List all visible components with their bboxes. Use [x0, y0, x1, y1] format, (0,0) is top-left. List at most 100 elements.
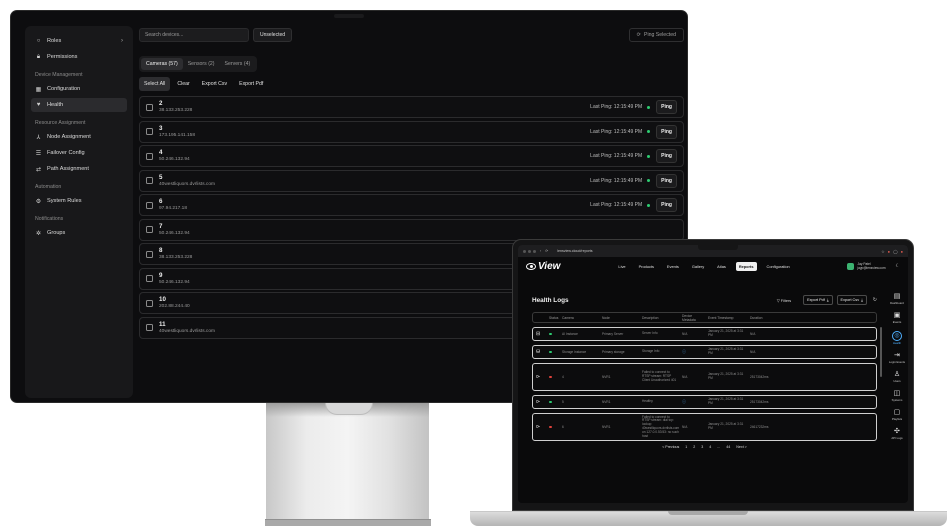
row-checkbox[interactable]: [146, 250, 153, 258]
rail-item-dashboard[interactable]: ▤ Dashboard: [890, 293, 904, 305]
last-ping: Last Ping: 12:15:49 PM: [590, 177, 643, 184]
column-metadata: Device Metadata: [682, 313, 696, 322]
export-pdf-button[interactable]: Export Pdf ⤓: [803, 295, 833, 305]
rail-item-users[interactable]: ♙ Users: [893, 371, 900, 383]
export-pdf-button[interactable]: Export Pdf: [234, 77, 268, 91]
ping-button[interactable]: Ping: [656, 198, 677, 212]
user-menu[interactable]: Jay Patel jayp@lensview.com ☾: [847, 262, 900, 270]
tab-servers[interactable]: Servers (4): [220, 58, 256, 70]
row-checkbox[interactable]: [146, 103, 153, 111]
sidebar-item-groups[interactable]: ✲ Groups: [31, 226, 127, 240]
rail-item-label: Users: [893, 379, 901, 383]
rail-item-health[interactable]: ◎ Health: [892, 331, 902, 345]
row-checkbox[interactable]: [146, 226, 153, 233]
sidebar-item-configuration[interactable]: ▦ Configuration: [31, 82, 127, 96]
rail-item-events[interactable]: ▣ Events: [893, 312, 902, 324]
device-row[interactable]: 4 50.246.132.94 Last Ping: 12:15:49 PM Ping: [139, 145, 684, 167]
profile-icon[interactable]: ◯: [893, 249, 897, 254]
page-2[interactable]: 2: [693, 445, 695, 449]
refresh-icon: ⟳: [636, 32, 641, 38]
menu-item-live[interactable]: Live: [615, 262, 628, 271]
ping-selected-button[interactable]: ⟳ Ping Selected: [628, 28, 684, 42]
sidebar-item-roles[interactable]: ○ Roles ›: [31, 34, 127, 48]
online-dot: [647, 203, 651, 207]
export-csv-button[interactable]: Export Csv: [197, 77, 232, 91]
row-checkbox[interactable]: [146, 201, 153, 209]
ping-button[interactable]: Ping: [656, 124, 677, 139]
next-page[interactable]: Next >: [736, 445, 747, 449]
extension-icon[interactable]: ●: [888, 249, 890, 254]
row-checkbox[interactable]: [146, 275, 153, 282]
row-checkbox[interactable]: [146, 128, 153, 135]
refresh-icon[interactable]: ↻: [873, 297, 877, 303]
sidebar-item-permissions[interactable]: 🔒︎ Permissions: [31, 50, 127, 64]
moon-icon[interactable]: ☾: [896, 264, 900, 269]
page-44[interactable]: 44: [726, 445, 730, 449]
device-address: 50.246.132.94: [159, 279, 190, 285]
device-row[interactable]: 6 97.94.217.18 Last Ping: 12:15:49 PM Ping: [139, 194, 684, 216]
device-row[interactable]: 2 38.133.253.228 Last Ping: 12:15:49 PM Pin…: [139, 96, 684, 118]
menu-item-reports[interactable]: Reports: [735, 261, 757, 271]
ping-button[interactable]: Ping: [656, 100, 677, 114]
filters-button[interactable]: ▽ Filters: [777, 298, 791, 303]
table-row[interactable]: ⊳ 5 NVR1 Healthy ⓘ January 21, 2025 at 3:31 P…: [532, 395, 877, 409]
sidebar-item-failover-config[interactable]: ☰ Failover Config: [31, 146, 127, 160]
rail-item-login-events[interactable]: ⇥ Login Events: [889, 352, 905, 364]
row-checkbox[interactable]: [146, 324, 153, 331]
sidebar-item-system-rules[interactable]: ⚙ System Rules: [31, 194, 127, 208]
clear-button[interactable]: Clear: [172, 77, 194, 91]
device-row[interactable]: 3 173.195.141.158 Last Ping: 12:15:49 PM Pi…: [139, 120, 684, 143]
page-1[interactable]: 1: [685, 445, 687, 449]
address-bar[interactable]: lensview.cloud/reports: [557, 249, 592, 253]
previous-page[interactable]: < Previous: [662, 445, 679, 449]
select-all-button[interactable]: Select All: [139, 77, 171, 91]
app-logo[interactable]: View: [526, 261, 560, 272]
page-4[interactable]: 4: [709, 445, 711, 449]
menu-icon[interactable]: ●: [901, 249, 903, 254]
menu-item-atlas[interactable]: Atlas: [714, 262, 729, 271]
online-dot: [647, 179, 651, 182]
scrollbar[interactable]: [880, 327, 882, 377]
sidebar-item-health[interactable]: ♥ Health: [31, 98, 127, 112]
rail-item-label: Login Events: [888, 360, 906, 364]
search-input[interactable]: [139, 28, 249, 42]
rail-item-api-logs[interactable]: ✣ API Logs: [891, 428, 902, 440]
table-row[interactable]: ⊟ AI Instance Primary Server Server Info N/A…: [532, 327, 877, 341]
user-icon: ♙: [893, 371, 901, 378]
window-controls[interactable]: [523, 249, 536, 253]
row-checkbox[interactable]: [146, 299, 153, 307]
filter-button[interactable]: Unselected: [253, 28, 293, 42]
row-checkbox[interactable]: [146, 177, 153, 184]
ping-button[interactable]: Ping: [656, 173, 677, 188]
rail-item-systems[interactable]: ◫ Systems: [892, 390, 903, 402]
rail-item-playlists[interactable]: ▢ Playlists: [892, 409, 902, 421]
export-csv-button[interactable]: Export Csv ⤓: [836, 295, 867, 305]
menu-item-configuration[interactable]: Configuration: [764, 262, 793, 271]
info-icon[interactable]: ⓘ: [682, 399, 686, 404]
table-row[interactable]: ⊳ 4 NVR1 Failed to connect to RTSP stream: …: [532, 363, 877, 391]
stand-foot: [265, 519, 431, 526]
sidebar-item-path-assignment[interactable]: ⇄ Path Assignment: [31, 162, 127, 176]
menu-item-products[interactable]: Products: [636, 262, 657, 271]
back-icon[interactable]: ‹: [540, 249, 541, 253]
browser-controls: ☆ ● ◯ ●: [881, 249, 903, 254]
menu-item-events[interactable]: Events: [664, 262, 682, 271]
reload-icon[interactable]: ⟳: [545, 249, 548, 253]
sidebar-item-node-assignment[interactable]: ⅄ Node Assignment: [31, 130, 127, 144]
sidebar-item-label: Path Assignment: [47, 166, 89, 172]
star-icon[interactable]: ☆: [881, 249, 885, 254]
last-ping: Last Ping: 12:15:49 PM: [590, 128, 643, 135]
device-address: 38.133.253.228: [159, 255, 193, 260]
ping-button[interactable]: Ping: [656, 149, 677, 163]
device-row[interactable]: 7 50.246.132.94: [139, 218, 684, 241]
table-row[interactable]: ⊳ 6 NVR1 Failed to connect to RTSP stream: …: [532, 413, 877, 441]
row-checkbox[interactable]: [146, 152, 153, 160]
info-icon[interactable]: ⓘ: [682, 349, 686, 354]
menu-item-gallery[interactable]: Gallery: [689, 262, 707, 271]
camera-bar: [334, 14, 364, 18]
tab-cameras[interactable]: Cameras (57): [141, 58, 183, 70]
device-row[interactable]: 5 40westliquors.dvrlists.com Last Ping: 12…: [139, 169, 684, 192]
page-3[interactable]: 3: [701, 445, 703, 449]
tab-sensors[interactable]: Sensors (2): [183, 58, 220, 70]
table-row[interactable]: ⛁ Storage Instance Primary storage Storage …: [532, 345, 877, 359]
